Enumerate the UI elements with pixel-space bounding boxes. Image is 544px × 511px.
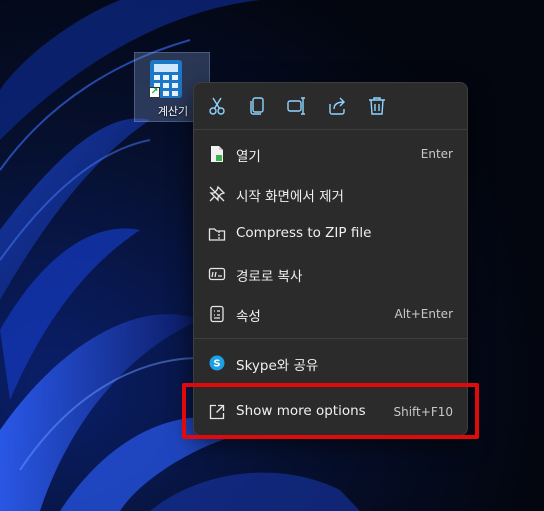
menu-item-share-skype[interactable]: S Skype와 공유: [194, 344, 467, 382]
menu-separator: [194, 338, 467, 339]
menu-item-properties[interactable]: 속성 Alt+Enter: [194, 295, 467, 333]
shortcut-arrow-icon: ↗: [149, 87, 160, 98]
menu-item-shortcut: Alt+Enter: [394, 307, 453, 321]
menu-item-label: Skype와 공유: [236, 358, 319, 374]
menu-item-copy-path[interactable]: 경로로 복사: [194, 255, 467, 293]
menu-item-label: 열기: [236, 149, 261, 165]
menu-item-unpin-start[interactable]: 시작 화면에서 제거: [194, 175, 467, 213]
menu-item-open[interactable]: 열기 Enter: [194, 135, 467, 173]
menu-separator: [194, 129, 467, 130]
copy-path-icon: [208, 267, 226, 281]
copy-button[interactable]: [245, 94, 269, 118]
copy-icon: [250, 97, 264, 115]
cut-icon: [209, 97, 225, 115]
delete-icon: [369, 97, 385, 115]
zip-folder-icon: [208, 228, 226, 241]
skype-icon: S: [209, 355, 225, 371]
unpin-icon: [209, 185, 226, 202]
cut-button[interactable]: [205, 94, 229, 118]
menu-item-label: 속성: [236, 309, 261, 325]
open-file-icon: [211, 146, 223, 162]
rename-button[interactable]: [285, 94, 309, 118]
rename-icon: [287, 97, 305, 115]
highlight-box: [182, 383, 479, 439]
delete-button[interactable]: [365, 94, 389, 118]
properties-icon: [210, 305, 224, 323]
menu-item-compress-zip[interactable]: Compress to ZIP file: [194, 215, 467, 253]
share-icon: [329, 97, 345, 115]
context-menu-toolbar: [194, 83, 467, 129]
menu-item-label: Compress to ZIP file: [236, 225, 372, 241]
menu-item-label: 시작 화면에서 제거: [236, 189, 344, 205]
share-button[interactable]: [325, 94, 349, 118]
menu-item-label: 경로로 복사: [236, 269, 303, 285]
menu-item-shortcut: Enter: [420, 147, 453, 161]
svg-text:S: S: [213, 359, 220, 370]
